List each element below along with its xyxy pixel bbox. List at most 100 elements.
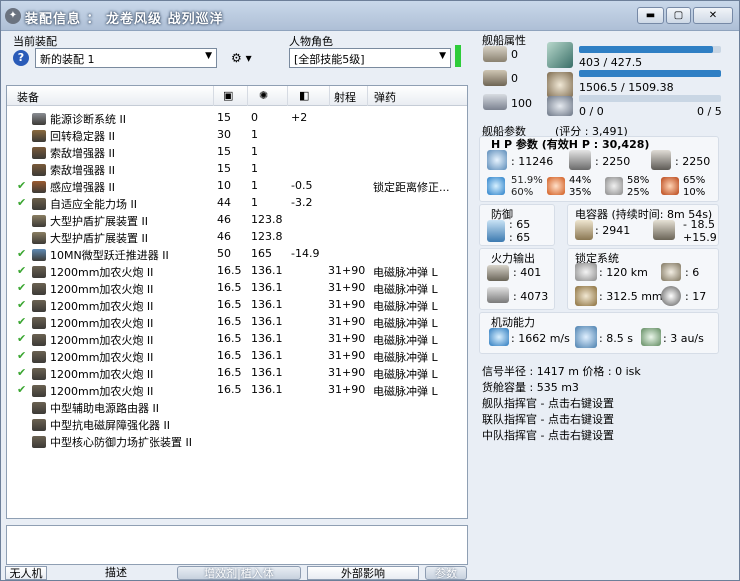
tab-boosters-implants[interactable]: 增效剂|植入体	[177, 566, 301, 580]
module-row[interactable]: ✔ 1200mm加农火炮 II 16.5 136.1 31+90 电磁脉冲弹 L	[7, 347, 467, 364]
fit-select-value: 新的装配 1	[40, 53, 95, 66]
module-row[interactable]: ✔ 10MN微型跃迁推进器 II 50 165 -14.9	[7, 245, 467, 262]
module-power: 136.1	[251, 315, 283, 328]
module-name: 大型护盾扩展装置 II	[50, 215, 148, 228]
module-cpu: 15	[217, 145, 231, 158]
status-indicator	[455, 45, 461, 67]
module-grid: 装备 ▣ ✺ ◧ 射程 弹药 能源诊断系统 II 15 0 +2 回转稳定器 II 30 1…	[6, 85, 468, 519]
module-row[interactable]: ✔ 1200mm加农火炮 II 16.5 136.1 31+90 电磁脉冲弹 L	[7, 279, 467, 296]
header-name[interactable]: 装备	[17, 89, 39, 105]
module-cpu: 15	[217, 162, 231, 175]
explosive-resist-armor: 10%	[683, 187, 706, 198]
cpu-icon[interactable]: ▣	[223, 89, 233, 102]
module-row[interactable]: 回转稳定器 II 30 1	[7, 126, 467, 143]
thermal-resist-shield: 44%	[569, 175, 592, 186]
tab-description[interactable]: 描述	[91, 566, 141, 580]
wing-commander[interactable]: 联队指挥官 - 点击右键设置	[482, 411, 614, 427]
module-row[interactable]: ✔ 1200mm加农火炮 II 16.5 136.1 31+90 电磁脉冲弹 L	[7, 364, 467, 381]
module-name: 中型核心防御力场扩张装置 II	[50, 436, 192, 449]
max-targets-icon	[661, 263, 681, 281]
minimize-button[interactable]: ▬	[637, 7, 664, 24]
module-capacitor: +2	[291, 111, 308, 124]
module-cpu: 16.5	[217, 264, 242, 277]
module-cpu: 16.5	[217, 298, 242, 311]
header-ammo[interactable]: 弹药	[374, 89, 396, 105]
module-row[interactable]: ✔ 1200mm加农火炮 II 16.5 136.1 31+90 电磁脉冲弹 L	[7, 262, 467, 279]
tab-external-effects[interactable]: 外部影响	[307, 566, 419, 580]
module-row[interactable]: ✔ 感应增强器 II 10 1 -0.5 锁定距离修正...	[7, 177, 467, 194]
explosive-resist-shield: 65%	[683, 175, 706, 186]
module-power: 1	[251, 196, 258, 209]
header-range[interactable]: 射程	[334, 89, 356, 105]
launcher-hardpoints: 0	[511, 72, 518, 85]
capacitor-icon[interactable]: ◧	[299, 89, 309, 102]
module-name: 1200mm加农火炮 II	[50, 266, 154, 279]
cpu-icon	[547, 42, 573, 68]
module-online-check: ✔	[17, 179, 27, 192]
module-row[interactable]: 能源诊断系统 II 15 0 +2	[7, 109, 467, 126]
warp-speed-icon	[641, 328, 661, 346]
shield-hp: : 11246	[511, 155, 554, 168]
explosive-resist-icon	[661, 177, 679, 195]
help-icon[interactable]: ?	[13, 50, 29, 66]
warp-speed-value: : 3 au/s	[663, 332, 704, 345]
module-name: 回转稳定器 II	[50, 130, 115, 143]
capacitor-value: : 2941	[595, 224, 631, 237]
capacitor-delta-recharge: +15.9	[683, 231, 717, 244]
module-power: 0	[251, 111, 258, 124]
module-online-check: ✔	[17, 247, 27, 260]
header-divider	[247, 86, 248, 106]
character-select[interactable]: [全部技能5级] ▼	[289, 48, 451, 68]
recharge-icon	[653, 220, 675, 240]
module-power: 165	[251, 247, 272, 260]
squad-commander[interactable]: 中队指挥官 - 点击右键设置	[482, 427, 614, 443]
turret-hardpoints: 0	[511, 48, 518, 61]
module-row[interactable]: ✔ 1200mm加农火炮 II 16.5 136.1 31+90 电磁脉冲弹 L	[7, 296, 467, 313]
grid-header: 装备 ▣ ✺ ◧ 射程 弹药	[7, 86, 467, 106]
module-cpu: 16.5	[217, 366, 242, 379]
description-box	[6, 525, 468, 565]
calibration-bar-track	[579, 95, 721, 102]
module-power: 1	[251, 145, 258, 158]
module-row[interactable]: 大型护盾扩展装置 II 46 123.8	[7, 228, 467, 245]
maximize-button[interactable]: ▢	[666, 7, 691, 24]
module-row[interactable]: ✔ 1200mm加农火炮 II 16.5 136.1 31+90 电磁脉冲弹 L	[7, 313, 467, 330]
module-row[interactable]: ✔ 自适应全能力场 II 44 1 -3.2	[7, 194, 467, 211]
module-row[interactable]: 中型核心防御力场扩张装置 II	[7, 432, 467, 449]
module-cpu: 50	[217, 247, 231, 260]
drone-bay-value: 100	[511, 97, 532, 110]
module-ammo: 电磁脉冲弹 L	[373, 385, 438, 398]
module-name: 10MN微型跃迁推进器 II	[50, 249, 169, 262]
module-power: 136.1	[251, 281, 283, 294]
calibration-value: 0 / 0	[579, 105, 604, 118]
shield-hp-icon	[487, 150, 507, 170]
module-cpu: 16.5	[217, 281, 242, 294]
powergrid-icon	[547, 72, 573, 98]
fleet-commander[interactable]: 舰队指挥官 - 点击右键设置	[482, 395, 614, 411]
module-name: 1200mm加农火炮 II	[50, 351, 154, 364]
module-name: 1200mm加农火炮 II	[50, 385, 154, 398]
scan-resolution-value: : 312.5 mm	[599, 290, 663, 303]
module-row[interactable]: 索敌增强器 II 15 1	[7, 160, 467, 177]
power-value: 1506.5 / 1509.38	[579, 81, 674, 94]
tab-drones[interactable]: 无人机	[5, 566, 47, 580]
module-row[interactable]: 大型护盾扩展装置 II 46 123.8	[7, 211, 467, 228]
module-row[interactable]: ✔ 1200mm加农火炮 II 16.5 136.1 31+90 电磁脉冲弹 L	[7, 381, 467, 398]
title-bar[interactable]: ✦ 装配信息 ： 龙卷风级 战列巡洋 ▬ ▢ ✕	[1, 1, 739, 31]
module-online-check: ✔	[17, 298, 27, 311]
module-online-check: ✔	[17, 315, 27, 328]
defense-value-1: : 65	[509, 218, 531, 231]
module-online-check: ✔	[17, 196, 27, 209]
tab-parameters[interactable]: 参数	[425, 566, 467, 580]
rig-slots-value: 0 / 5	[697, 105, 722, 118]
module-row[interactable]: 中型抗电磁屏障强化器 II	[7, 415, 467, 432]
module-row[interactable]: ✔ 1200mm加农火炮 II 16.5 136.1 31+90 电磁脉冲弹 L	[7, 330, 467, 347]
powergrid-icon[interactable]: ✺	[259, 89, 268, 102]
close-button[interactable]: ✕	[693, 7, 733, 24]
module-range: 31+90	[328, 366, 366, 379]
scan-resolution-icon	[575, 286, 597, 306]
fit-menu-button[interactable]: ⚙ ▾	[231, 51, 252, 65]
module-row[interactable]: 中型辅助电源路由器 II	[7, 398, 467, 415]
module-row[interactable]: 索敌增强器 II 15 1	[7, 143, 467, 160]
fit-select[interactable]: 新的装配 1 ▼	[35, 48, 217, 68]
